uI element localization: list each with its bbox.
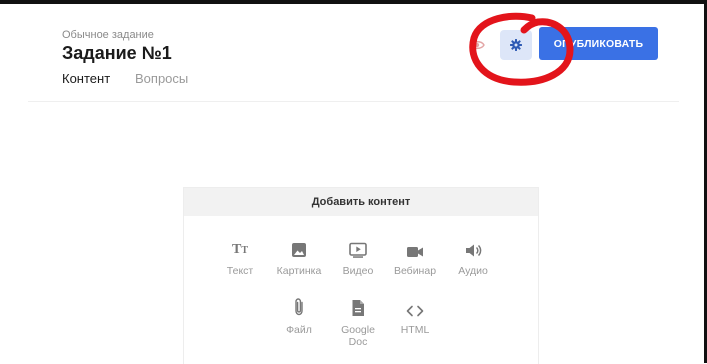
add-audio-button[interactable]: Аудио [446, 236, 500, 277]
add-audio-label: Аудио [458, 265, 488, 277]
gear-icon [510, 39, 522, 51]
add-webinar-button[interactable]: Вебинар [388, 236, 442, 277]
webinar-icon [407, 247, 423, 257]
add-content-title: Добавить контент [184, 188, 538, 216]
preview-button[interactable] [461, 29, 493, 61]
top-border [0, 0, 707, 4]
video-icon [349, 242, 367, 258]
add-image-button[interactable]: Картинка [272, 236, 326, 277]
text-icon: TT [231, 242, 248, 257]
page-title: Задание №1 [62, 43, 172, 63]
task-type-label: Обычное задание [62, 29, 154, 41]
add-text-button[interactable]: TT Текст [213, 236, 267, 277]
add-webinar-label: Вебинар [393, 265, 437, 277]
add-html-label: HTML [400, 324, 430, 336]
code-icon [406, 305, 424, 317]
add-video-button[interactable]: Видео [331, 236, 385, 277]
add-video-label: Видео [342, 265, 374, 277]
add-file-label: Файл [286, 324, 312, 336]
image-icon [292, 243, 306, 257]
publish-button[interactable]: ОПУБЛИКОВАТЬ [539, 27, 658, 60]
eye-icon [469, 40, 485, 50]
document-icon [352, 300, 364, 316]
paperclip-icon [295, 298, 303, 316]
add-google-doc-button[interactable]: Google Doc [331, 295, 385, 348]
add-file-button[interactable]: Файл [272, 295, 326, 336]
add-content-panel: Добавить контент TT Текст Картинка Видео [183, 187, 539, 364]
add-google-doc-label: Google Doc [341, 324, 375, 348]
add-text-label: Текст [226, 265, 254, 277]
add-html-button[interactable]: HTML [388, 295, 442, 336]
add-image-label: Картинка [276, 265, 322, 277]
settings-button[interactable] [500, 30, 532, 60]
tab-content[interactable]: Контент [62, 71, 110, 86]
header-divider [28, 101, 679, 102]
tab-questions[interactable]: Вопросы [135, 71, 188, 86]
audio-icon [465, 244, 481, 257]
